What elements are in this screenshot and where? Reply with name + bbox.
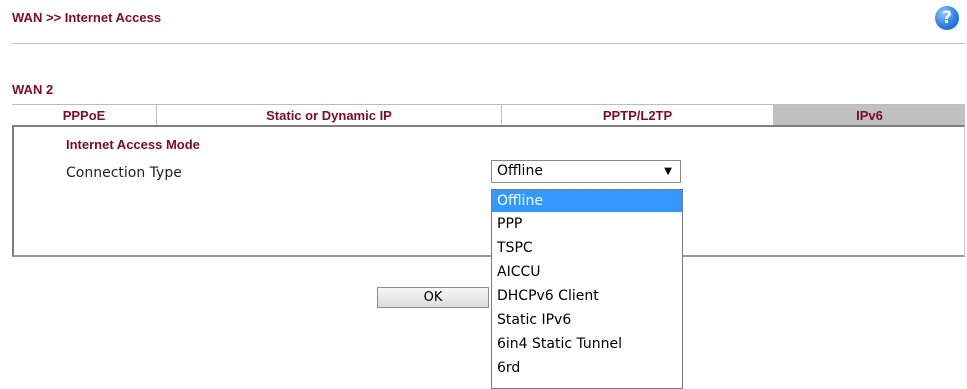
help-icon[interactable]: ?: [935, 6, 959, 30]
option-6in4-static-tunnel[interactable]: 6in4 Static Tunnel: [492, 332, 682, 356]
dropdown-arrow-icon: ▼: [664, 166, 672, 177]
connection-type-value: Offline: [497, 163, 543, 179]
header-divider: [12, 43, 965, 44]
ok-button[interactable]: OK: [377, 287, 489, 308]
option-aiccu[interactable]: AICCU: [492, 260, 682, 284]
option-6rd[interactable]: 6rd: [492, 356, 682, 380]
option-ppp[interactable]: PPP: [492, 212, 682, 236]
breadcrumb: WAN >> Internet Access: [12, 10, 162, 25]
internet-access-mode-title: Internet Access Mode: [66, 137, 200, 152]
connection-type-select[interactable]: Offline ▼: [491, 160, 681, 183]
tab-bar: PPPoE Static or Dynamic IP PPTP/L2TP IPv…: [12, 104, 965, 126]
connection-type-label: Connection Type: [66, 165, 182, 181]
option-tspc[interactable]: TSPC: [492, 236, 682, 260]
connection-type-dropdown: Offline PPP TSPC AICCU DHCPv6 Client Sta…: [491, 189, 683, 389]
section-title: WAN 2: [12, 82, 54, 97]
tab-pptp-l2tp[interactable]: PPTP/L2TP: [502, 105, 774, 126]
option-offline[interactable]: Offline: [492, 190, 682, 212]
tab-static-dynamic-ip[interactable]: Static or Dynamic IP: [157, 105, 502, 126]
option-static-ipv6[interactable]: Static IPv6: [492, 308, 682, 332]
tab-pppoe[interactable]: PPPoE: [12, 105, 157, 126]
option-dhcpv6-client[interactable]: DHCPv6 Client: [492, 284, 682, 308]
tab-ipv6[interactable]: IPv6: [774, 105, 965, 126]
